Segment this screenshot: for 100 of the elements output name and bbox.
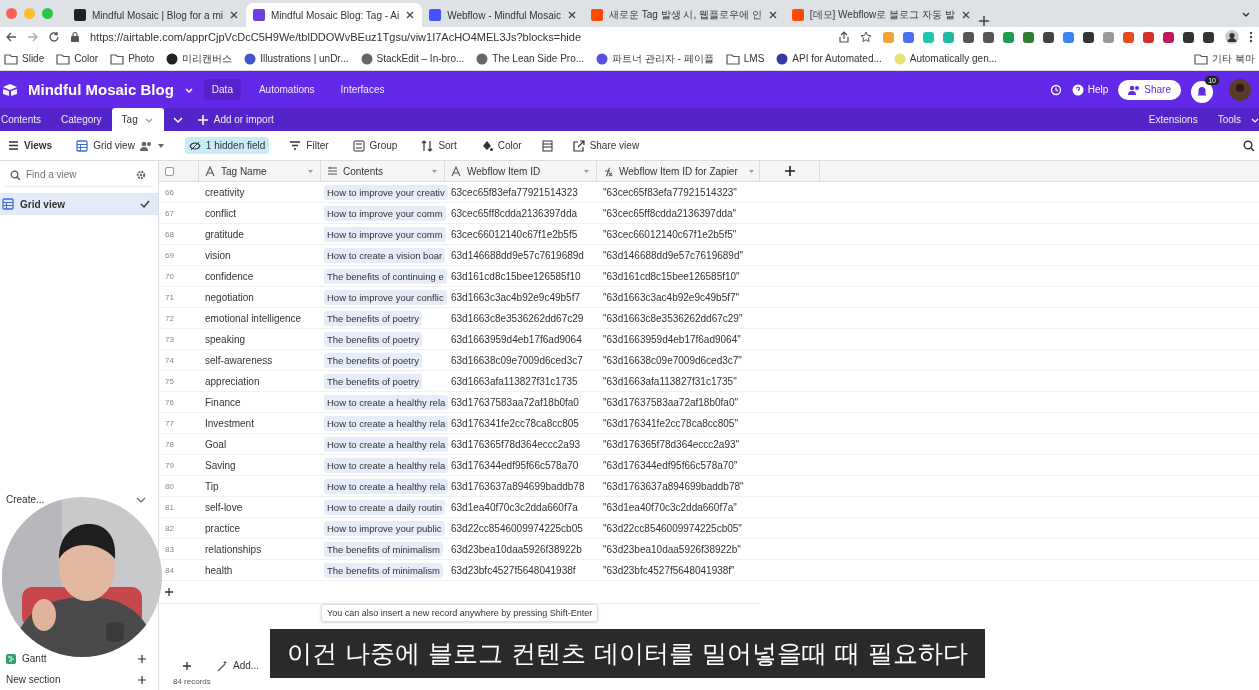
create-view-button[interactable]: Create... [6,494,45,505]
close-icon[interactable] [405,10,416,20]
site-icon [244,52,257,65]
nav-tab[interactable]: Interfaces [332,79,393,100]
browser-tab[interactable]: Mindful Mosaic Blog: Tag - Ai [246,3,423,27]
linked-record-chip[interactable]: How to create a daily routin [324,499,446,515]
address-field[interactable]: https://airtable.com/apprCjpVcDcC5H9We/tblDDOWvBEuz1Tgsu/viw1I7AcHO4MEL3Js?blocks=hide [90,31,828,43]
tools-button[interactable]: Tools [1207,114,1251,125]
more-icon[interactable] [1249,31,1253,43]
bookmark[interactable]: LMS [725,52,765,65]
nav-tab[interactable]: Automations [250,79,323,100]
linked-record-chip[interactable]: The benefits of poetry [324,352,422,368]
bookmark[interactable]: 미리캔버스 [166,51,233,66]
nav-tab[interactable]: Data [203,79,241,100]
linked-record-chip[interactable]: How to improve your creativ [324,184,448,200]
table-tab[interactable]: Contents [0,108,52,131]
base-title[interactable]: Mindful Mosaic Blog [28,81,174,98]
linked-record-chip[interactable]: How to create a healthy rela [324,478,449,494]
extension-icon[interactable] [982,30,995,44]
bookmark[interactable]: Automatically gen... [893,52,998,65]
extension-icon[interactable] [1042,30,1055,44]
toolbar-button[interactable]: Group [348,136,402,155]
bookmark[interactable]: Color [56,52,99,65]
site-icon [253,9,265,21]
browser-tab[interactable]: [데모] Webflow로 블로그 자동 발 [784,3,978,27]
back-icon[interactable] [6,31,17,43]
avatar-icon[interactable] [1225,30,1239,44]
linked-record-chip[interactable]: The benefits of continuing e [324,268,447,284]
lock-icon [70,31,80,43]
bookmark[interactable]: 기타 북마 [1194,51,1255,66]
extension-icon[interactable] [962,30,975,44]
linked-record-chip[interactable]: How to improve your comm [324,226,446,242]
bookmark[interactable]: StackEdit – In-bro... [360,52,465,65]
bookmark[interactable]: The Lean Side Pro... [476,52,585,65]
linked-record-chip[interactable]: How to create a healthy rela [324,415,449,431]
share-icon[interactable] [838,31,850,43]
share-view-button[interactable]: Share view [568,136,644,155]
linked-record-chip[interactable]: The benefits of poetry [324,373,422,389]
checkbox[interactable] [165,166,174,176]
linked-record-chip[interactable]: How to improve your public [324,520,445,536]
column-header[interactable]: Tag Name [199,161,321,181]
star-icon[interactable] [860,31,872,43]
toolbar-button[interactable]: Color [476,136,526,155]
extensions-button[interactable]: Extensions [1138,114,1208,125]
table-tab[interactable]: Category [51,108,112,131]
linked-record-chip[interactable]: How to improve your conflic [324,289,447,305]
help-button[interactable]: Help [1071,83,1109,96]
browser-tab[interactable]: Mindful Mosaic | Blog for a mi [67,3,246,27]
search-icon[interactable] [1243,139,1255,152]
bookmark[interactable]: Slide [4,52,45,65]
linked-record-chip[interactable]: The benefits of poetry [324,310,422,326]
linked-record-chip[interactable]: The benefits of minimalism [324,541,443,557]
site-icon [791,9,804,21]
close-icon[interactable] [960,10,971,20]
close-icon[interactable] [229,10,239,20]
table-tab[interactable]: Tag [111,108,164,131]
notifications-button[interactable] [1191,81,1213,103]
extension-icon[interactable] [1182,30,1195,44]
gear-icon[interactable] [136,169,146,180]
toolbar-button[interactable]: Sort [417,136,461,155]
view-item[interactable]: Grid view [0,193,158,215]
toolbar-button[interactable]: Filter [285,136,333,155]
plus-icon[interactable] [138,654,146,663]
linked-record-chip[interactable]: The benefits of poetry [324,331,422,347]
bookmark[interactable]: Illustrations | unDr... [244,52,349,65]
table-cell-text: creativity [204,186,246,198]
linked-record-chip[interactable]: How to create a healthy rela [324,436,449,452]
view-switcher[interactable]: Grid view [72,136,169,155]
bookmark[interactable]: API for Automated... [776,52,882,65]
linked-record-chip[interactable]: How to create a healthy rela [324,394,449,410]
browser-tab[interactable]: Webflow - Mindful Mosaic [422,3,584,27]
add-button[interactable]: Add... [183,660,260,671]
close-icon[interactable] [566,10,577,20]
browser-tab[interactable]: 새로운 Tag 발생 시, 웹플로우에 인 [583,3,785,27]
column-header[interactable]: Contents [321,161,445,181]
extension-icon[interactable] [1162,30,1175,44]
bookmark[interactable]: 파트너 관리자 - 페이플 [596,51,714,66]
new-section-button[interactable]: New section [0,669,158,690]
linked-record-chip[interactable]: How to create a healthy rela [324,457,449,473]
close-icon[interactable] [767,10,778,20]
eye-off-icon [188,140,201,151]
new-tab-icon[interactable] [977,15,990,27]
linked-record-chip[interactable]: How to create a vision boar [324,247,446,263]
reload-icon[interactable] [48,31,60,43]
linked-record-chip[interactable]: The benefits of minimalism [324,562,443,578]
hidden-fields-button[interactable]: 1 hidden field [184,137,270,154]
linked-record-chip[interactable]: How to improve your comm [324,205,446,221]
column-header[interactable]: Webflow Item ID [445,161,597,181]
share-button[interactable]: Share [1118,79,1181,100]
add-table-button[interactable]: Add or import [197,114,274,125]
find-view-field[interactable]: Find a view [26,169,130,180]
history-icon[interactable] [1049,83,1062,96]
row-height-icon[interactable] [541,139,553,152]
column-header[interactable]: Webflow Item ID for Zapier [597,161,760,181]
plus-icon[interactable] [165,588,173,596]
bookmark[interactable]: Photo [110,52,155,65]
create-item[interactable]: Gantt [6,653,47,664]
extension-icon[interactable] [1202,30,1215,44]
views-button[interactable]: Views [4,137,57,154]
extension-icon[interactable] [1082,30,1095,44]
